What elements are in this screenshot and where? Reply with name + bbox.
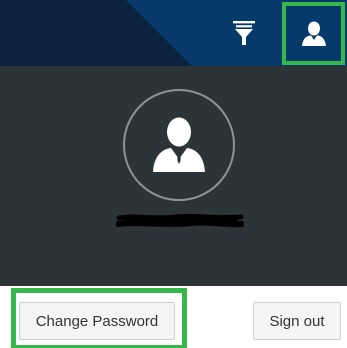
filter-icon	[233, 21, 255, 45]
user-menu-button[interactable]	[282, 2, 345, 65]
action-row: Change Password Sign out	[0, 286, 347, 348]
filter-button[interactable]	[226, 11, 262, 55]
sign-out-button[interactable]: Sign out	[253, 302, 341, 340]
change-password-button[interactable]: Change Password	[19, 302, 175, 340]
avatar	[123, 89, 235, 201]
top-header-bar	[0, 0, 347, 66]
user-menu-popover: Change Password Sign out	[0, 0, 347, 348]
profile-panel	[0, 66, 347, 286]
user-silhouette-icon	[153, 117, 205, 172]
user-icon	[301, 21, 326, 46]
redaction-scribble	[116, 213, 244, 228]
